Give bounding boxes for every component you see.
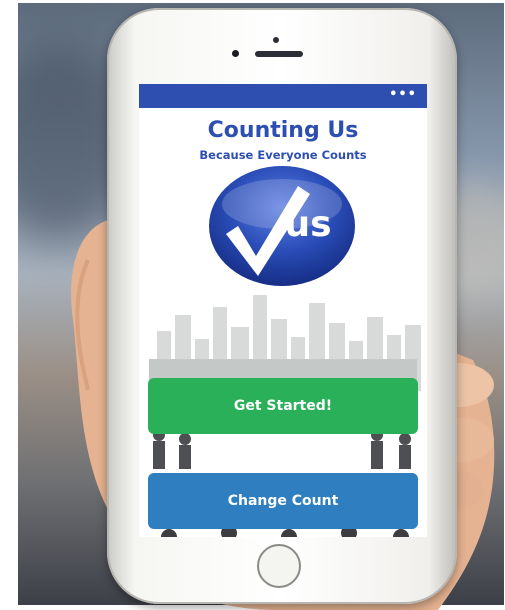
get-started-button[interactable]: Get Started! (148, 378, 418, 434)
checkmark-logo-icon: us (209, 166, 355, 286)
more-dots-icon[interactable]: ••• (389, 87, 417, 102)
front-camera (273, 37, 279, 43)
app-title: Counting Us (207, 118, 359, 143)
earpiece-speaker (255, 51, 303, 57)
app-screen: ••• Counting Us Because Everyone Counts … (139, 84, 427, 537)
proximity-sensor (232, 50, 239, 57)
logo-text: us (284, 204, 331, 245)
app-subtitle: Because Everyone Counts (199, 148, 367, 162)
app-header-bar: ••• (139, 84, 427, 108)
change-count-button[interactable]: Change Count (148, 473, 418, 529)
home-button[interactable] (257, 544, 301, 588)
